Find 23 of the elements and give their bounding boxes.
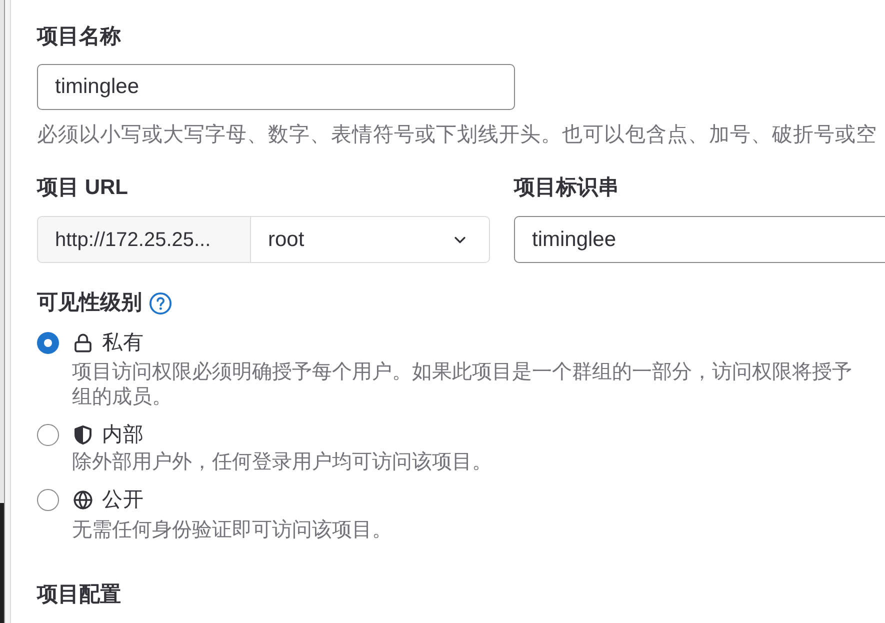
- radio-button[interactable]: [37, 332, 59, 354]
- radio-label[interactable]: 内部: [102, 421, 144, 449]
- help-text: 必须以小写或大写字母、数字、表情符号或下划线开头。也可以包含点、加号、破折号或空: [37, 122, 877, 148]
- project-name-input[interactable]: timinglee: [37, 64, 515, 110]
- option-description: 除外部用户外，任何登录用户均可访问该项目。: [72, 450, 492, 475]
- field-label: 项目名称: [37, 24, 121, 50]
- field-label: 项目 URL: [37, 175, 128, 201]
- url-prefix: http://172.25.25...: [37, 216, 251, 263]
- shield-icon: [73, 425, 93, 445]
- globe-icon: [73, 490, 93, 510]
- radio-label[interactable]: 私有: [102, 329, 144, 357]
- namespace-select[interactable]: root: [251, 216, 490, 263]
- option-description: 项目访问权限必须明确授予每个用户。如果此项目是一个群组的一部分，访问权限将授予 组的成员。: [72, 360, 852, 410]
- section-label: 可见性级别: [37, 290, 142, 316]
- radio-button[interactable]: [37, 424, 59, 446]
- field-label: 项目标识串: [514, 175, 619, 201]
- project-slug-input[interactable]: timinglee: [514, 216, 885, 263]
- radio-label[interactable]: 公开: [102, 486, 144, 514]
- option-description: 无需任何身份验证即可访问该项目。: [72, 518, 392, 543]
- help-icon[interactable]: [149, 292, 172, 314]
- section-label: 项目配置: [37, 582, 121, 608]
- radio-button[interactable]: [37, 489, 59, 511]
- lock-icon: [73, 333, 93, 353]
